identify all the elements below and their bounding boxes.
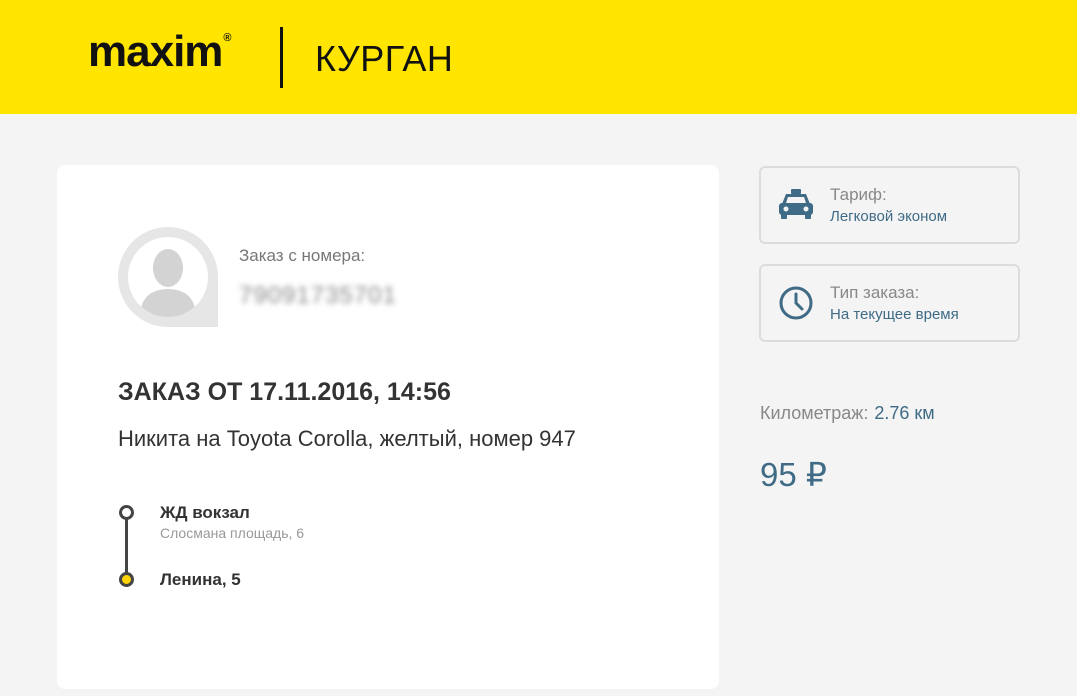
registered-mark: ® [223,32,231,44]
order-type-label: Тип заказа: [830,283,920,302]
order-title: ЗАКАЗ ОТ 17.11.2016, 14:56 [118,378,451,406]
maxim-logo[interactable]: maxim ® [88,27,232,76]
driver-info: Никита на Toyota Corolla, желтый, номер … [118,426,576,451]
header-bar: maxim ® КУРГАН [0,0,1077,114]
brand-name: maxim [88,27,223,76]
price: 95 ₽ [760,456,827,493]
avatar-circle [128,237,208,317]
route-start-address: Слосмана площадь, 6 [160,525,305,541]
city-name: КУРГАН [315,38,454,79]
tariff-label: Тариф: [830,185,887,204]
route-start-title: ЖД вокзал [160,503,250,522]
phone-number-blurred: 79091735701 [239,282,397,309]
route-start-marker [119,505,134,520]
distance-value: 2.76 км [874,403,935,423]
order-type-value: На текущее время [830,306,959,323]
taxi-icon [779,189,813,219]
route: ЖД вокзал Слосмана площадь, 6 Ленина, 5 [118,503,518,593]
avatar [118,227,218,327]
person-silhouette-icon [140,249,196,317]
distance-label: Километраж: [760,403,869,423]
header-divider [280,27,283,88]
route-end-marker [119,572,134,587]
phone-label: Заказ с номера: [239,246,366,265]
tariff-value: Легковой эконом [830,208,948,225]
tariff-box: Тариф: Легковой эконом [759,166,1020,244]
route-end-title: Ленина, 5 [160,570,241,589]
distance-row: Километраж: 2.76 км [760,403,935,424]
order-type-box: Тип заказа: На текущее время [759,264,1020,342]
clock-icon [779,286,813,320]
order-card: Заказ с номера: 79091735701 ЗАКАЗ ОТ 17.… [57,165,719,689]
